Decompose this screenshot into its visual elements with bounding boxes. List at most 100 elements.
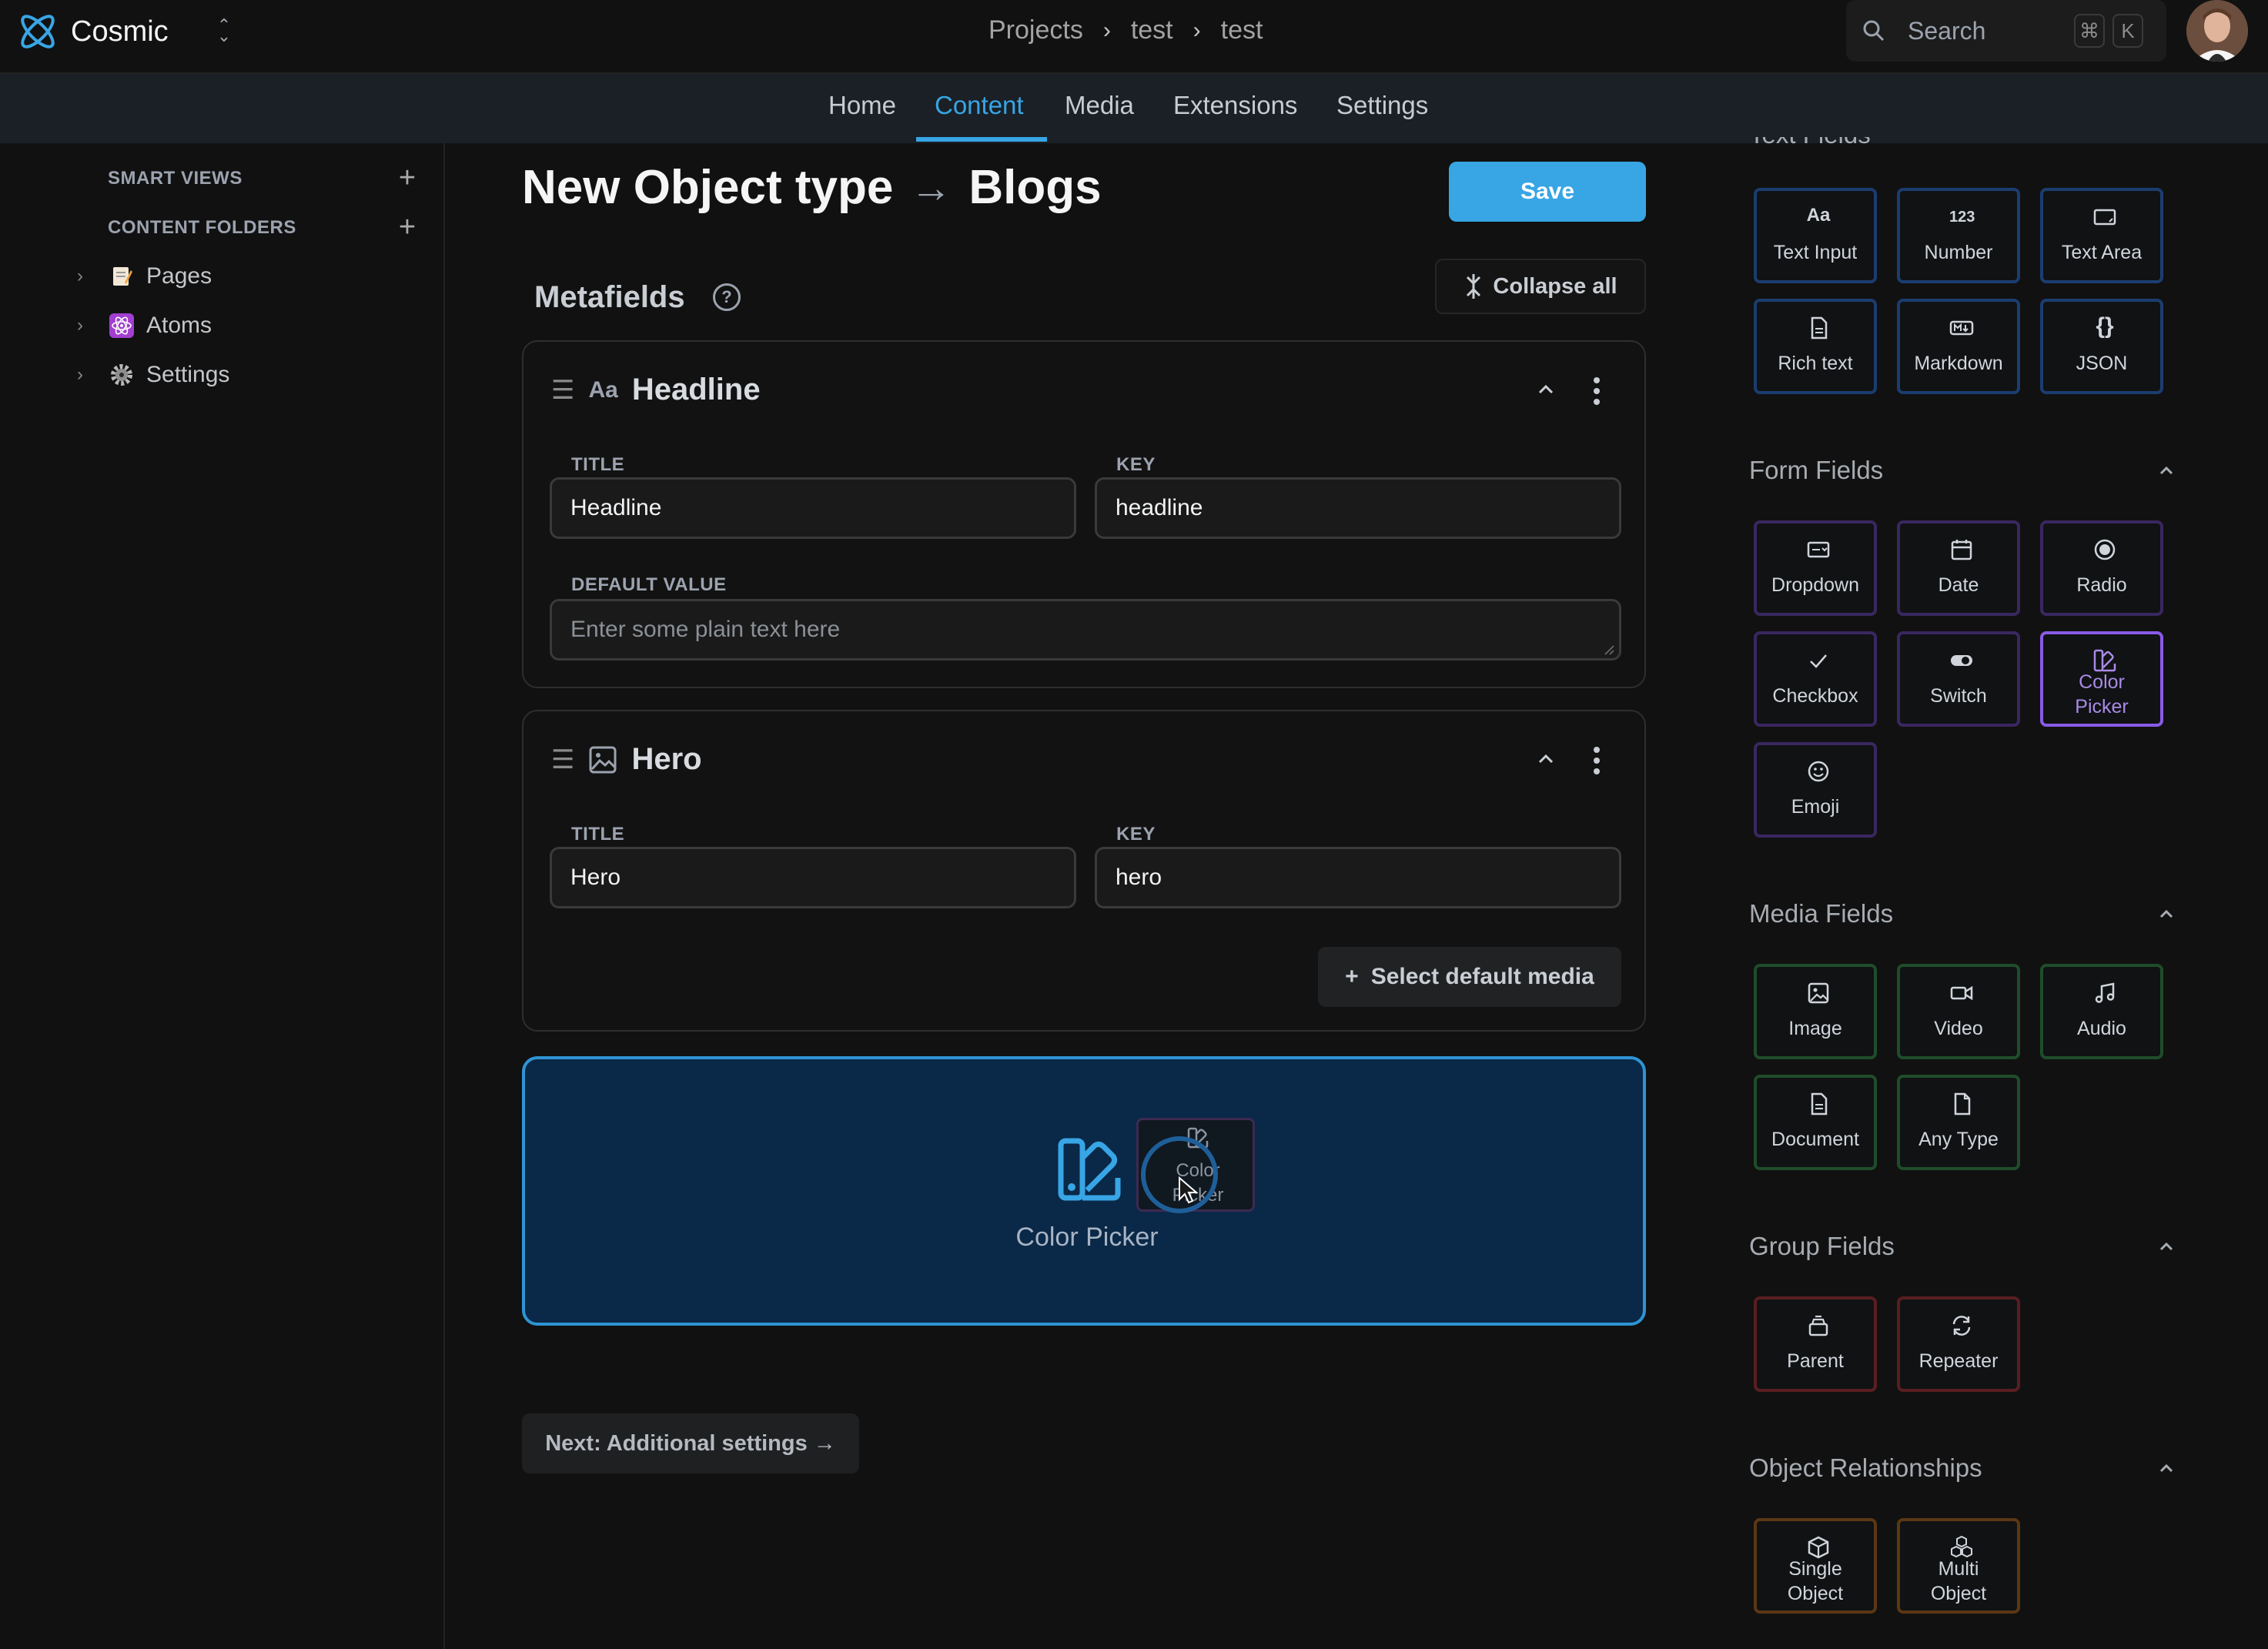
tile-video[interactable]: Video [1897, 964, 2020, 1059]
save-button[interactable]: Save [1449, 162, 1646, 222]
file-icon [1949, 1092, 1974, 1116]
smart-views-heading: SMART VIEWS [108, 168, 243, 189]
tile-document[interactable]: Document [1754, 1075, 1877, 1170]
tile-label: Single Object [1787, 1558, 1844, 1604]
tile-label: Parent [1787, 1350, 1844, 1372]
tab-home[interactable]: Home [828, 91, 896, 120]
tile-multi-object[interactable]: Multi Object [1897, 1518, 2020, 1614]
tile-rich-text[interactable]: Rich text [1754, 299, 1877, 394]
metafield-card-hero: ☰ Hero TITLE Hero KEY hero + Select defa… [522, 710, 1646, 1032]
tile-emoji[interactable]: Emoji [1754, 742, 1877, 838]
breadcrumb-environment[interactable]: test [1221, 15, 1263, 45]
search-placeholder: Search [1908, 17, 1986, 45]
metafield-drop-zone[interactable]: Color Picker Color Picker [522, 1056, 1646, 1326]
document-icon [1806, 1092, 1831, 1116]
metafield-header: ☰ Hero [551, 742, 702, 777]
sidebar-item-pages[interactable]: › Pages [77, 263, 212, 289]
breadcrumb-bucket[interactable]: test [1131, 15, 1173, 45]
check-icon [1806, 648, 1831, 673]
sidebar: SMART VIEWS + CONTENT FOLDERS + › Pages … [0, 143, 445, 1649]
tile-switch[interactable]: Switch [1897, 631, 2020, 727]
chevron-right-icon[interactable]: › [77, 266, 92, 287]
add-smart-view-button[interactable]: + [396, 163, 419, 192]
tile-repeater[interactable]: Repeater [1897, 1296, 2020, 1392]
breadcrumb: Projects › test › test [988, 15, 1263, 45]
more-options-icon[interactable] [1592, 745, 1601, 776]
tile-label: Document [1771, 1129, 1859, 1150]
key-field[interactable]: hero [1095, 847, 1621, 908]
section-group-fields: Group Fields [1749, 1232, 1895, 1260]
tab-settings[interactable]: Settings [1336, 91, 1428, 120]
atom-emoji-icon [109, 313, 134, 338]
object-type-name: Blogs [968, 161, 1102, 214]
tile-dropdown[interactable]: Dropdown [1754, 520, 1877, 616]
project-switcher-icon[interactable]: ⌃ ⌄ [216, 17, 232, 45]
chevron-up-icon[interactable] [1535, 379, 1557, 400]
tile-markdown[interactable]: Markdown [1897, 299, 2020, 394]
tab-extensions[interactable]: Extensions [1173, 91, 1297, 120]
add-folder-button[interactable]: + [396, 212, 419, 242]
avatar[interactable] [2186, 0, 2248, 62]
chevron-right-icon[interactable]: › [77, 364, 92, 386]
tile-color-picker[interactable]: Color Picker [2040, 631, 2163, 727]
default-value-textarea[interactable]: Enter some plain text here [550, 599, 1621, 661]
tile-text-area[interactable]: Text Area [2040, 188, 2163, 283]
more-options-icon[interactable] [1592, 376, 1601, 406]
drag-handle-icon[interactable]: ☰ [551, 375, 574, 406]
sidebar-item-label: Pages [146, 263, 212, 289]
default-value-placeholder: Enter some plain text here [570, 617, 841, 642]
tile-audio[interactable]: Audio [2040, 964, 2163, 1059]
breadcrumb-projects[interactable]: Projects [988, 15, 1083, 45]
cosmic-logo-icon[interactable] [14, 8, 62, 55]
memo-emoji-icon [109, 264, 134, 289]
next-additional-settings-button[interactable]: Next: Additional settings → [522, 1413, 859, 1473]
tile-label: Markdown [1914, 353, 2003, 374]
tile-parent[interactable]: Parent [1754, 1296, 1877, 1392]
chevron-up-icon[interactable] [2156, 460, 2177, 482]
tab-content[interactable]: Content [935, 91, 1024, 120]
section-media-fields: Media Fields [1749, 899, 1894, 928]
title-field[interactable]: Headline [550, 477, 1076, 539]
image-icon [1806, 981, 1831, 1005]
resize-handle-icon[interactable] [1604, 644, 1614, 655]
dropdown-icon [1806, 537, 1831, 562]
section-form-fields: Form Fields [1749, 456, 1884, 484]
tile-single-object[interactable]: Single Object [1754, 1518, 1877, 1614]
metafield-name: Headline [631, 373, 761, 406]
collapse-all-button[interactable]: Collapse all [1435, 259, 1646, 314]
chevron-up-icon[interactable] [2156, 1236, 2177, 1258]
brand-name[interactable]: Cosmic [71, 15, 169, 48]
key-label: KEY [1116, 454, 1156, 475]
sidebar-item-atoms[interactable]: › Atoms [77, 313, 212, 339]
chevron-right-icon: › [1193, 17, 1201, 43]
arrow-right-icon: → [910, 164, 952, 211]
tile-label: Image [1788, 1018, 1842, 1039]
tile-label: Emoji [1791, 796, 1840, 818]
tile-text-input[interactable]: Aa Text Input [1754, 188, 1877, 283]
key-field[interactable]: headline [1095, 477, 1621, 539]
search-input[interactable]: Search ⌘ K [1846, 0, 2166, 62]
tile-date[interactable]: Date [1897, 520, 2020, 616]
drag-handle-icon[interactable]: ☰ [551, 744, 574, 775]
chevron-right-icon[interactable]: › [77, 315, 92, 336]
chevron-up-icon[interactable] [2156, 904, 2177, 925]
chevron-up-icon[interactable] [1535, 748, 1557, 770]
help-icon[interactable]: ? [713, 283, 741, 311]
select-default-media-button[interactable]: + Select default media [1318, 947, 1621, 1007]
sidebar-item-settings[interactable]: › Settings [77, 362, 229, 388]
folder-stack-icon [1806, 1313, 1831, 1338]
tile-label: Number [1924, 242, 1993, 263]
tile-checkbox[interactable]: Checkbox [1754, 631, 1877, 727]
tile-json[interactable]: {} JSON [2040, 299, 2163, 394]
title-prefix: New Object type [522, 161, 894, 214]
tile-label: JSON [2076, 353, 2128, 374]
title-field[interactable]: Hero [550, 847, 1076, 908]
tile-radio[interactable]: Radio [2040, 520, 2163, 616]
chevron-up-icon[interactable] [2156, 1458, 2177, 1480]
tile-any-type[interactable]: Any Type [1897, 1075, 2020, 1170]
text-input-icon: Aa [1806, 205, 1831, 226]
tab-media[interactable]: Media [1065, 91, 1134, 120]
tile-image[interactable]: Image [1754, 964, 1877, 1059]
tile-number[interactable]: 123 Number [1897, 188, 2020, 283]
metafield-header: ☰ Aa Headline [551, 373, 761, 407]
